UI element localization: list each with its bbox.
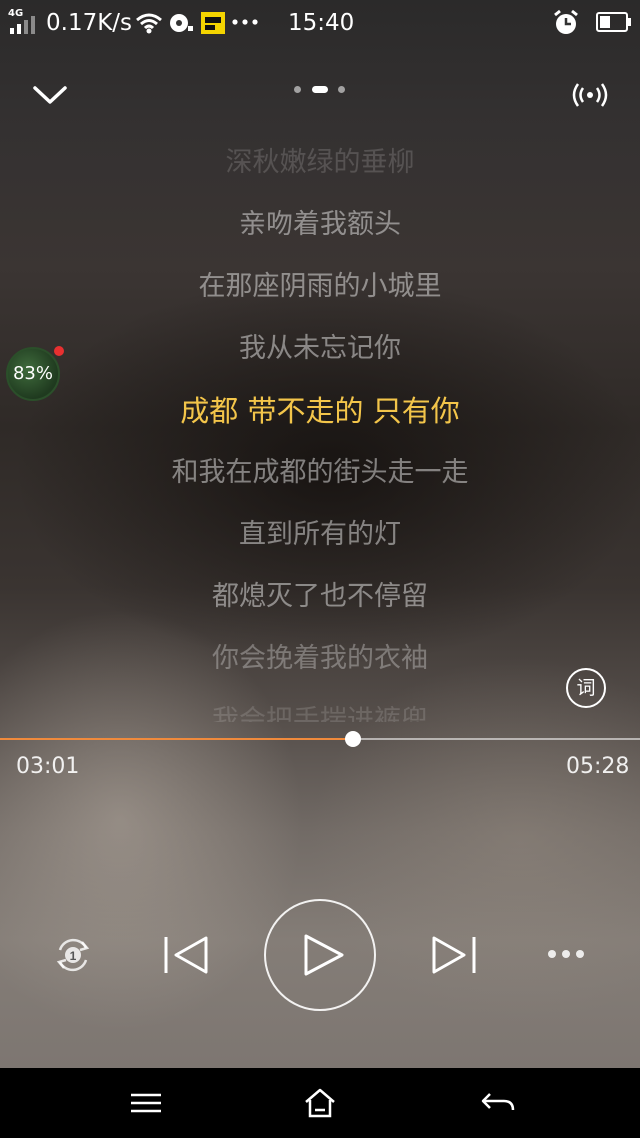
menu-icon[interactable] bbox=[126, 1086, 166, 1120]
skip-previous-icon[interactable] bbox=[160, 934, 212, 976]
player-screen: 4G 0.17K/s 15:40 深秋嫩绿的垂柳 亲吻着我额头 在那座阴雨的小城… bbox=[0, 0, 640, 1068]
signal-icon bbox=[10, 16, 35, 34]
player-top-bar bbox=[0, 70, 640, 120]
lyric-line-current: 成都 带不走的 只有你 bbox=[180, 394, 460, 428]
lyric-line: 我会把手揣进裤兜 bbox=[212, 705, 428, 722]
progress-bar[interactable] bbox=[0, 731, 640, 747]
play-button[interactable] bbox=[264, 899, 376, 1011]
notification-dot bbox=[54, 346, 64, 356]
more-dots-icon bbox=[232, 19, 258, 25]
lyric-line: 和我在成都的街头走一走 bbox=[171, 457, 469, 488]
lyric-line: 在那座阴雨的小城里 bbox=[198, 271, 442, 302]
battery-icon bbox=[596, 12, 631, 32]
lyric-line: 我从未忘记你 bbox=[239, 333, 401, 364]
lyric-line: 都熄灭了也不停留 bbox=[212, 581, 428, 612]
page-dot bbox=[294, 86, 301, 93]
lyric-line: 亲吻着我额头 bbox=[239, 209, 401, 240]
progress-fill bbox=[0, 738, 354, 740]
svg-text:1: 1 bbox=[70, 949, 77, 963]
wifi-icon bbox=[136, 13, 162, 34]
broadcast-icon[interactable] bbox=[570, 78, 610, 112]
lyric-line: 深秋嫩绿的垂柳 bbox=[225, 147, 415, 178]
page-dot-active bbox=[312, 86, 328, 93]
back-icon[interactable] bbox=[478, 1086, 518, 1120]
system-nav-bar bbox=[0, 1068, 640, 1138]
chevron-down-icon[interactable] bbox=[30, 80, 70, 110]
elapsed-time: 03:01 bbox=[16, 754, 80, 779]
lyric-line: 你会挽着我的衣袖 bbox=[212, 643, 428, 674]
progress-thumb[interactable] bbox=[345, 731, 362, 747]
lyric-toggle-button[interactable]: 词 bbox=[566, 668, 606, 708]
status-bar: 4G 0.17K/s 15:40 bbox=[0, 0, 640, 48]
network-speed: 0.17K/s bbox=[46, 10, 133, 36]
page-dot bbox=[338, 86, 345, 93]
play-icon bbox=[304, 934, 344, 976]
skip-next-icon[interactable] bbox=[428, 934, 480, 976]
total-time: 05:28 bbox=[566, 754, 630, 779]
page-indicator[interactable] bbox=[292, 86, 352, 96]
alarm-icon bbox=[554, 9, 578, 34]
memory-boost-badge[interactable]: 83% bbox=[6, 347, 60, 401]
lyrics-panel[interactable]: 深秋嫩绿的垂柳 亲吻着我额头 在那座阴雨的小城里 我从未忘记你 成都 带不走的 … bbox=[0, 126, 640, 722]
lyric-line: 直到所有的灯 bbox=[239, 519, 401, 550]
media-icon bbox=[170, 14, 193, 32]
more-horizontal-icon[interactable] bbox=[546, 946, 586, 962]
app-notification-icon bbox=[201, 12, 225, 34]
repeat-one-icon[interactable]: 1 bbox=[52, 934, 94, 976]
clock: 15:40 bbox=[288, 10, 355, 36]
home-icon[interactable] bbox=[300, 1086, 340, 1120]
